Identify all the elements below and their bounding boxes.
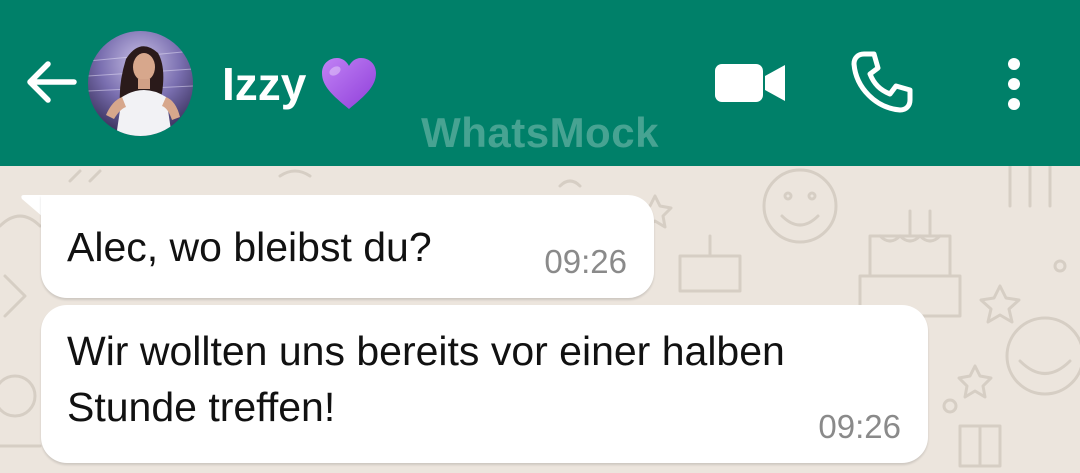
chat-screen: Izzy WhatsMock Alec, wo bleibst du? 09:2…: [0, 0, 1080, 473]
phone-call-icon[interactable]: [850, 50, 914, 114]
more-options-icon[interactable]: [998, 54, 1030, 114]
back-arrow-icon[interactable]: [22, 52, 82, 112]
message-time: 09:26: [818, 408, 901, 445]
contact-name-text: Izzy: [222, 58, 307, 110]
message-time: 09:26: [544, 243, 627, 280]
video-call-icon[interactable]: [713, 60, 787, 106]
message-text: Wir wollten uns bereits vor einer halben…: [67, 328, 785, 430]
message-bubble[interactable]: Alec, wo bleibst du? 09:26: [41, 195, 654, 298]
watermark-text: WhatsMock: [421, 109, 659, 156]
contact-name[interactable]: Izzy: [222, 52, 378, 116]
purple-heart-icon: [322, 58, 377, 109]
message-bubble[interactable]: Wir wollten uns bereits vor einer halben…: [41, 305, 928, 463]
message-text: Alec, wo bleibst du?: [67, 224, 432, 270]
